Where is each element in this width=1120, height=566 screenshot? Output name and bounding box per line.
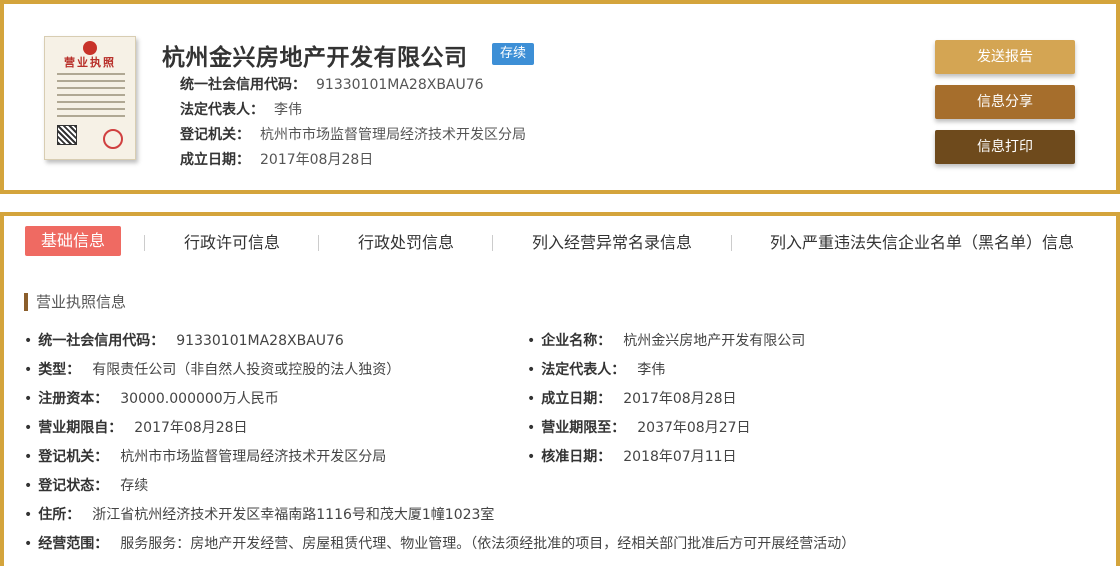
- license-text-lines: [57, 73, 125, 122]
- founded-label: 成立日期：: [180, 152, 250, 168]
- field-value: 杭州金兴房地产开发有限公司: [623, 333, 806, 349]
- field-term-end: • 营业期限至： 2037年08月27日: [527, 420, 751, 436]
- share-info-button[interactable]: 信息分享: [935, 85, 1075, 119]
- seal-icon: [103, 129, 123, 149]
- field-value: 2018年07月11日: [623, 449, 737, 465]
- field-value: 2017年08月28日: [623, 391, 737, 407]
- field-value: 浙江省杭州经济技术开发区幸福南路1116号和茂大厦1幢1023室: [92, 507, 495, 523]
- field-label: 核准日期：: [541, 449, 612, 465]
- field-label: 登记状态：: [38, 478, 109, 494]
- tab-admin-penalty[interactable]: 行政处罚信息: [358, 229, 454, 253]
- field-value: 30000.000000万人民币: [120, 391, 279, 407]
- field-term-start: • 营业期限自： 2017年08月28日: [24, 420, 248, 436]
- registry-label: 登记机关：: [180, 127, 250, 143]
- tab-divider: [144, 235, 145, 251]
- credit-code-row: 统一社会信用代码： 91330101MA28XBAU76: [180, 74, 484, 94]
- field-label: 类型：: [38, 362, 81, 378]
- legal-rep-row: 法定代表人： 李伟: [180, 99, 302, 119]
- qr-code-icon: [57, 125, 77, 145]
- field-label: 经营范围：: [38, 536, 109, 552]
- field-label: 统一社会信用代码：: [38, 333, 165, 349]
- field-label: 法定代表人：: [541, 362, 626, 378]
- registry-value: 杭州市市场监督管理局经济技术开发区分局: [260, 127, 526, 143]
- company-name: 杭州金兴房地产开发有限公司: [162, 45, 468, 71]
- field-founded-date: • 成立日期： 2017年08月28日: [527, 391, 737, 407]
- field-registry: • 登记机关： 杭州市市场监督管理局经济技术开发区分局: [24, 449, 387, 465]
- field-value: 有限责任公司（非自然人投资或控股的法人独资）: [92, 362, 401, 378]
- business-license-image[interactable]: 营业执照: [44, 36, 136, 160]
- field-credit-code: • 统一社会信用代码： 91330101MA28XBAU76: [24, 333, 344, 349]
- field-legal-rep: • 法定代表人： 李伟: [527, 362, 666, 378]
- tab-divider: [731, 235, 732, 251]
- founded-value: 2017年08月28日: [260, 152, 374, 168]
- field-approval-date: • 核准日期： 2018年07月11日: [527, 449, 737, 465]
- credit-code-value: 91330101MA28XBAU76: [316, 77, 484, 93]
- send-report-button[interactable]: 发送报告: [935, 40, 1075, 74]
- field-status: • 登记状态： 存续: [24, 478, 149, 494]
- registry-row: 登记机关： 杭州市市场监督管理局经济技术开发区分局: [180, 124, 526, 144]
- field-label: 注册资本：: [38, 391, 109, 407]
- field-label: 登记机关：: [38, 449, 109, 465]
- print-info-button[interactable]: 信息打印: [935, 130, 1075, 164]
- founded-row: 成立日期： 2017年08月28日: [180, 149, 373, 169]
- field-business-scope: • 经营范围： 服务服务：房地产开发经营、房屋租赁代理、物业管理。（依法须经批准的项…: [24, 536, 856, 552]
- field-value: 李伟: [637, 362, 666, 378]
- field-label: 营业期限自：: [38, 420, 123, 436]
- info-tab-bar: 基础信息 行政许可信息 行政处罚信息 列入经营异常名录信息 列入严重违法失信企业…: [0, 212, 1120, 270]
- national-emblem-icon: [83, 41, 97, 55]
- tab-admin-license[interactable]: 行政许可信息: [184, 229, 280, 253]
- field-company-name: • 企业名称： 杭州金兴房地产开发有限公司: [527, 333, 806, 349]
- status-badge: 存续: [492, 43, 535, 65]
- legal-rep-value: 李伟: [274, 102, 302, 118]
- field-value: 91330101MA28XBAU76: [176, 333, 344, 349]
- tab-divider: [492, 235, 493, 251]
- field-value: 存续: [120, 478, 149, 494]
- legal-rep-label: 法定代表人：: [180, 102, 264, 118]
- field-address: • 住所： 浙江省杭州经济技术开发区幸福南路1116号和茂大厦1幢1023室: [24, 507, 495, 523]
- tab-abnormal-list[interactable]: 列入经营异常名录信息: [532, 229, 692, 253]
- license-image-title: 营业执照: [64, 56, 116, 69]
- field-value: 2037年08月27日: [637, 420, 751, 436]
- field-label: 企业名称：: [541, 333, 612, 349]
- tab-basic-info[interactable]: 基础信息: [25, 226, 122, 256]
- field-value: 杭州市市场监督管理局经济技术开发区分局: [120, 449, 387, 465]
- field-label: 住所：: [38, 507, 81, 523]
- tab-divider: [318, 235, 319, 251]
- field-registered-capital: • 注册资本： 30000.000000万人民币: [24, 391, 279, 407]
- field-label: 成立日期：: [541, 391, 612, 407]
- tab-blacklist[interactable]: 列入严重违法失信企业名单（黑名单）信息: [770, 229, 1074, 253]
- field-type: • 类型： 有限责任公司（非自然人投资或控股的法人独资）: [24, 362, 401, 378]
- field-label: 营业期限至：: [541, 420, 626, 436]
- section-title: 营业执照信息: [24, 293, 126, 311]
- field-value: 服务服务：房地产开发经营、房屋租赁代理、物业管理。（依法须经批准的项目，经相关部…: [120, 536, 856, 552]
- credit-code-label: 统一社会信用代码：: [180, 77, 306, 93]
- field-value: 2017年08月28日: [134, 420, 248, 436]
